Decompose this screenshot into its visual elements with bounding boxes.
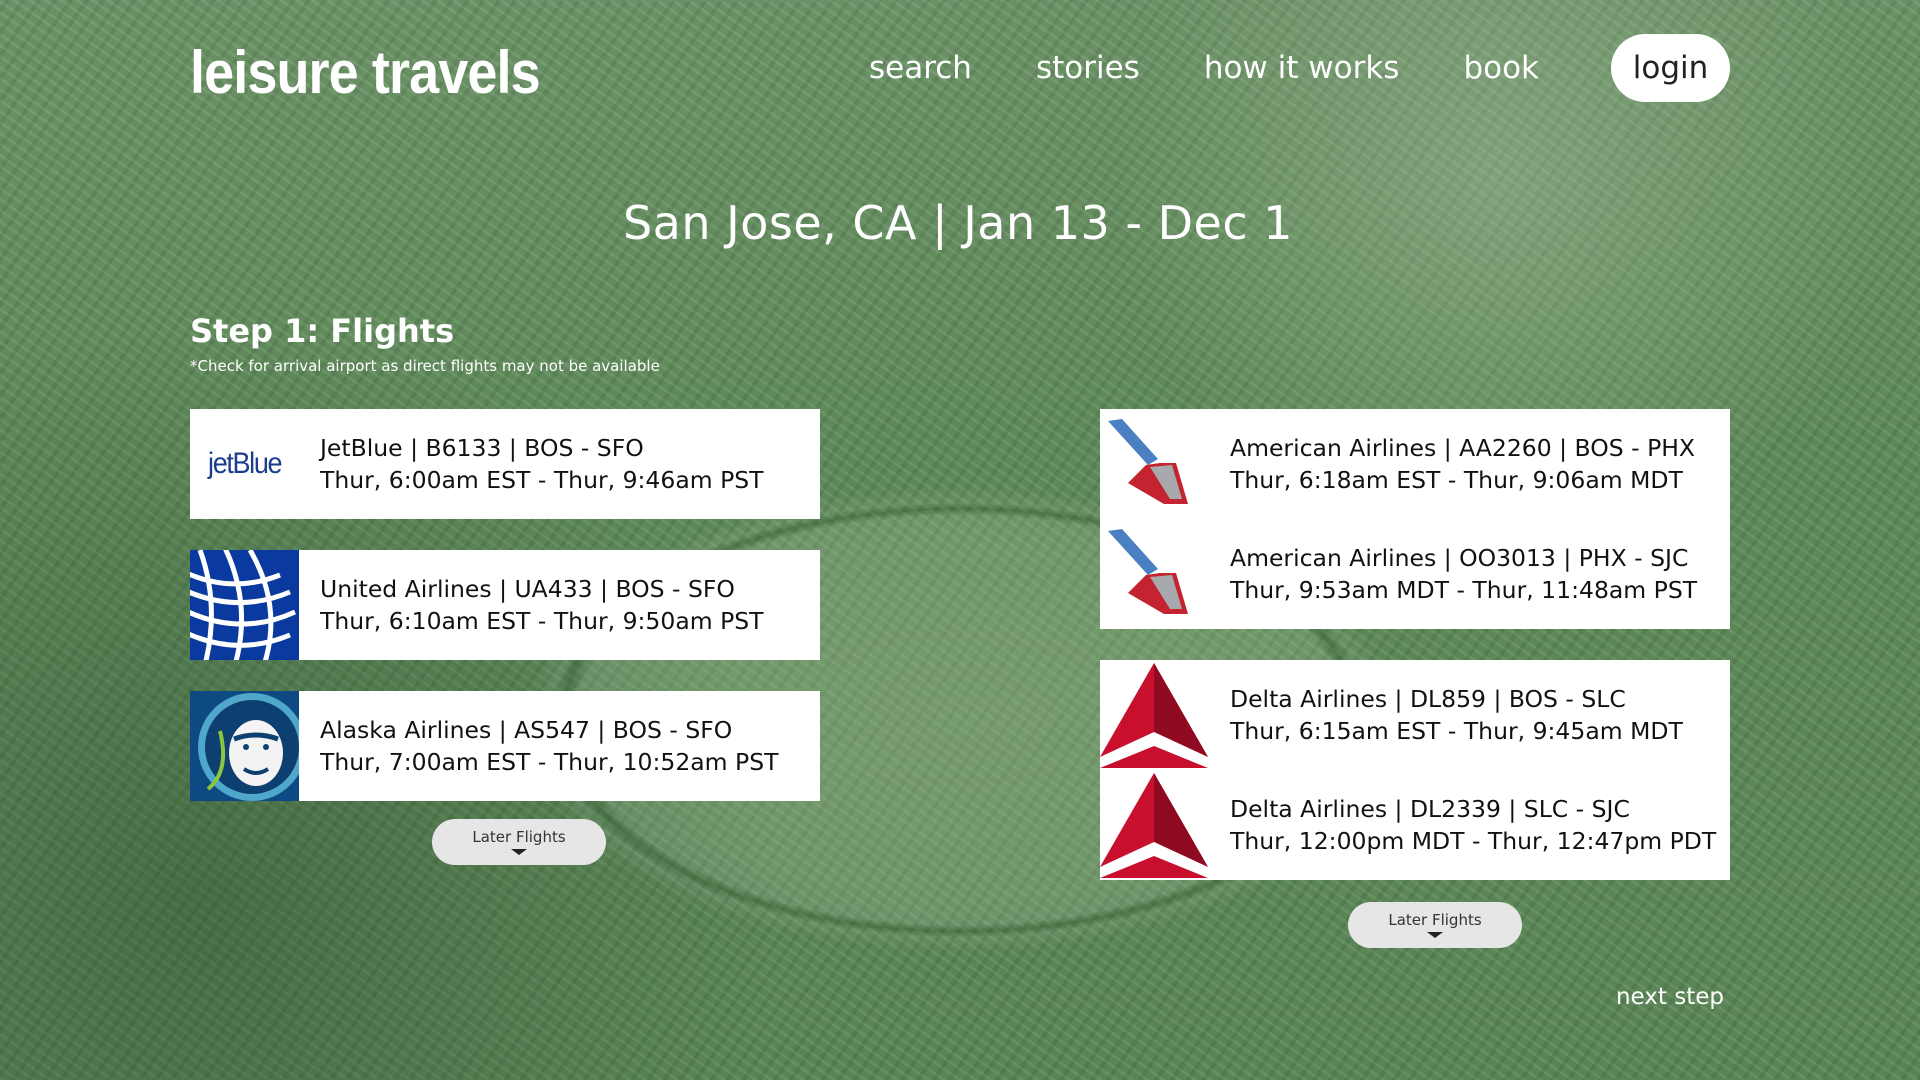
nav-stories[interactable]: stories [1036, 50, 1140, 86]
flight-times: Thur, 7:00am EST - Thur, 10:52am PST [320, 748, 779, 776]
american-eagle-icon [1108, 419, 1188, 504]
flight-route: Delta Airlines | DL859 | BOS - SLC [1230, 685, 1626, 713]
flight-route: Alaska Airlines | AS547 | BOS - SFO [320, 716, 733, 744]
later-flights-button-left[interactable]: Later Flights [432, 819, 606, 865]
flight-times: Thur, 6:00am EST - Thur, 9:46am PST [320, 466, 764, 494]
step-note: *Check for arrival airport as direct fli… [190, 357, 660, 375]
trip-title: San Jose, CA | Jan 13 - Dec 1 [0, 196, 1920, 250]
flight-route: JetBlue | B6133 | BOS - SFO [320, 434, 644, 462]
caret-down-icon [1427, 932, 1443, 938]
jetblue-logo-text: jetBlue [207, 447, 282, 480]
alaska-eskimo-logo [190, 691, 299, 801]
united-globe-logo [190, 550, 299, 660]
jetblue-logo: jetBlue [190, 409, 299, 519]
flight-times: Thur, 6:15am EST - Thur, 9:45am MDT [1230, 717, 1683, 745]
flight-times: Thur, 12:00pm MDT - Thur, 12:47pm PDT [1230, 827, 1717, 855]
united-globe-icon [190, 550, 297, 660]
flight-route: American Airlines | AA2260 | BOS - PHX [1230, 434, 1696, 462]
flight-info: Delta Airlines | DL859 | BOS - SLC Thur,… [1230, 684, 1683, 748]
flight-info: American Airlines | AA2260 | BOS - PHX T… [1230, 433, 1695, 497]
flight-info: Delta Airlines | DL2339 | SLC - SJC Thur… [1230, 794, 1716, 858]
nav-search[interactable]: search [869, 50, 972, 86]
alaska-face-icon [198, 693, 299, 801]
flight-card-jetblue[interactable]: jetBlue JetBlue | B6133 | BOS - SFO Thur… [190, 409, 820, 519]
flight-info: JetBlue | B6133 | BOS - SFO Thur, 6:00am… [320, 433, 764, 497]
nav-book[interactable]: book [1463, 50, 1539, 86]
caret-down-icon [511, 849, 527, 855]
american-eagle-icon [1108, 529, 1188, 614]
flight-route: United Airlines | UA433 | BOS - SFO [320, 575, 735, 603]
step-title: Step 1: Flights [190, 312, 455, 350]
delta-widget-logo [1100, 660, 1209, 770]
delta-widget-logo [1100, 770, 1209, 880]
nav-how-it-works[interactable]: how it works [1204, 50, 1400, 86]
flight-card-united[interactable]: United Airlines | UA433 | BOS - SFO Thur… [190, 550, 820, 660]
flight-times: Thur, 9:53am MDT - Thur, 11:48am PST [1230, 576, 1698, 604]
later-flights-button-right[interactable]: Later Flights [1348, 902, 1522, 948]
later-flights-label: Later Flights [472, 828, 566, 846]
flight-route: American Airlines | OO3013 | PHX - SJC [1230, 544, 1689, 572]
brand-logo[interactable]: leisure travels [190, 38, 541, 107]
flight-times: Thur, 6:10am EST - Thur, 9:50am PST [320, 607, 764, 635]
american-airlines-logo [1100, 519, 1209, 629]
later-flights-label: Later Flights [1388, 911, 1482, 929]
flight-card-american-connection[interactable]: American Airlines | AA2260 | BOS - PHX T… [1100, 409, 1730, 629]
flight-card-alaska[interactable]: Alaska Airlines | AS547 | BOS - SFO Thur… [190, 691, 820, 801]
login-button[interactable]: login [1611, 34, 1730, 102]
trip-title-text: San Jose, CA | Jan 13 - Dec 1 [622, 196, 1294, 250]
flight-card-delta-connection[interactable]: Delta Airlines | DL859 | BOS - SLC Thur,… [1100, 660, 1730, 880]
flight-route: Delta Airlines | DL2339 | SLC - SJC [1230, 795, 1630, 823]
flight-info: United Airlines | UA433 | BOS - SFO Thur… [320, 574, 764, 638]
flight-info: American Airlines | OO3013 | PHX - SJC T… [1230, 543, 1697, 607]
flight-times: Thur, 6:18am EST - Thur, 9:06am MDT [1230, 466, 1683, 494]
flight-info: Alaska Airlines | AS547 | BOS - SFO Thur… [320, 715, 779, 779]
delta-widget-icon [1100, 663, 1208, 768]
american-airlines-logo [1100, 409, 1209, 519]
main-nav: search stories how it works book login [805, 34, 1730, 102]
delta-widget-icon [1100, 773, 1208, 878]
next-step-link[interactable]: next step [1616, 984, 1724, 1010]
